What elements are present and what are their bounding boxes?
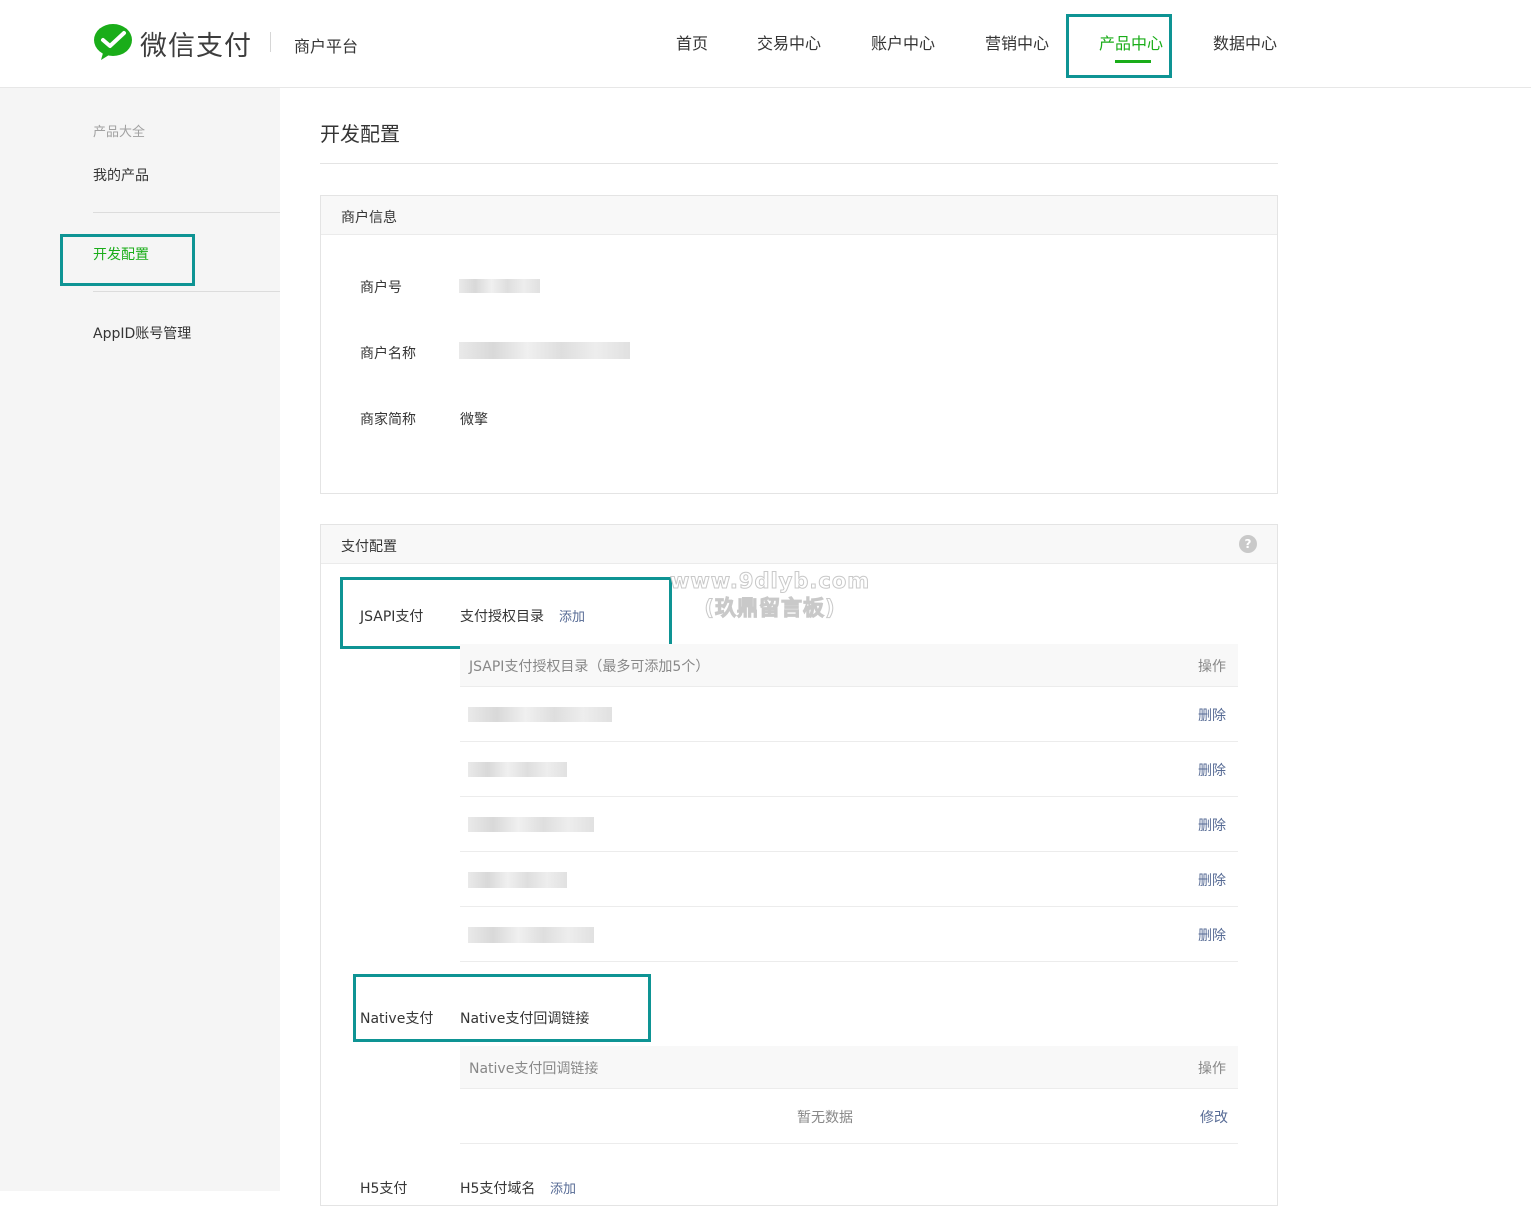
watermark-url: www.9dlyb.com (670, 569, 871, 594)
page-title: 开发配置 (320, 122, 400, 146)
jsapi-add-link[interactable]: 添加 (559, 606, 585, 625)
auth-dir-redacted (468, 762, 567, 777)
table-row: 删除 (460, 852, 1238, 907)
native-pay-label: Native支付 (360, 1011, 434, 1027)
brand-name[interactable]: 微信支付 (140, 24, 252, 63)
auth-dir-redacted (468, 707, 612, 722)
auth-dir-redacted (468, 872, 567, 888)
nav-account-center[interactable]: 账户中心 (871, 30, 935, 54)
table-row: 删除 (460, 797, 1238, 852)
pay-config-title: 支付配置 (341, 539, 397, 555)
jsapi-table-header-label: JSAPI支付授权目录（最多可添加5个） (469, 659, 710, 675)
merchant-id-value-redacted (459, 279, 540, 293)
h5-add-link[interactable]: 添加 (550, 1178, 576, 1197)
merchant-name-label: 商户名称 (360, 346, 416, 362)
help-icon[interactable]: ? (1239, 535, 1257, 553)
auth-dir-redacted (468, 927, 594, 943)
native-table-header-label: Native支付回调链接 (469, 1061, 599, 1077)
table-row: 删除 (460, 907, 1238, 962)
merchant-name-value-redacted (459, 342, 630, 359)
sidebar-item-my-products[interactable]: 我的产品 (93, 165, 149, 185)
merchant-info-title: 商户信息 (341, 210, 397, 226)
jsapi-auth-dir-label: 支付授权目录 (460, 609, 544, 625)
h5-pay-label: H5支付 (360, 1181, 408, 1197)
merchant-short-name-label: 商家简称 (360, 412, 416, 428)
nav-product-center[interactable]: 产品中心 (1099, 30, 1163, 54)
jsapi-pay-label: JSAPI支付 (360, 609, 424, 625)
sidebar-item-appid-management[interactable]: AppID账号管理 (93, 323, 191, 343)
nav-marketing-center[interactable]: 营销中心 (985, 30, 1049, 54)
native-table-op-header: 操作 (1198, 1061, 1226, 1077)
merchant-short-name-value: 微擎 (460, 412, 488, 428)
merchant-info-header: 商户信息 (321, 196, 1277, 235)
auth-dir-redacted (468, 817, 594, 832)
pay-config-header: 支付配置 (321, 525, 1277, 564)
jsapi-table-header: JSAPI支付授权目录（最多可添加5个） 操作 (460, 644, 1238, 687)
delete-button[interactable]: 删除 (1198, 870, 1226, 890)
platform-name: 商户平台 (294, 37, 359, 56)
delete-button[interactable]: 删除 (1198, 760, 1226, 780)
empty-state-text: 暂无数据 (797, 1110, 853, 1126)
sidebar-item-dev-config[interactable]: 开发配置 (93, 244, 149, 264)
wechat-pay-logo-icon[interactable] (93, 23, 133, 61)
nav-home[interactable]: 首页 (676, 30, 708, 54)
title-divider (320, 163, 1278, 164)
sidebar-divider (93, 291, 280, 292)
table-row: 暂无数据 修改 (460, 1089, 1238, 1144)
brand-divider (270, 32, 271, 52)
nav-active-underline (1115, 60, 1151, 63)
top-header: 微信支付 商户平台 首页 交易中心 账户中心 营销中心 产品中心 数据中心 (0, 0, 1531, 88)
merchant-id-label: 商户号 (360, 280, 402, 296)
h5-domain-label: H5支付域名 (460, 1181, 536, 1197)
native-table-header: Native支付回调链接 操作 (460, 1046, 1238, 1089)
table-row: 删除 (460, 742, 1238, 797)
watermark-site-name: (玖鼎留言板) (704, 596, 836, 621)
native-callback-label: Native支付回调链接 (460, 1011, 590, 1027)
edit-button[interactable]: 修改 (1200, 1107, 1228, 1127)
sidebar-category-all-products: 产品大全 (93, 125, 146, 140)
delete-button[interactable]: 删除 (1198, 925, 1226, 945)
watermark: www.9dlyb.com (玖鼎留言板) (670, 568, 870, 622)
nav-transaction-center[interactable]: 交易中心 (757, 30, 821, 54)
sidebar-divider (93, 212, 280, 213)
nav-data-center[interactable]: 数据中心 (1213, 30, 1277, 54)
delete-button[interactable]: 删除 (1198, 705, 1226, 725)
table-row: 删除 (460, 687, 1238, 742)
delete-button[interactable]: 删除 (1198, 815, 1226, 835)
jsapi-table-op-header: 操作 (1198, 659, 1226, 675)
